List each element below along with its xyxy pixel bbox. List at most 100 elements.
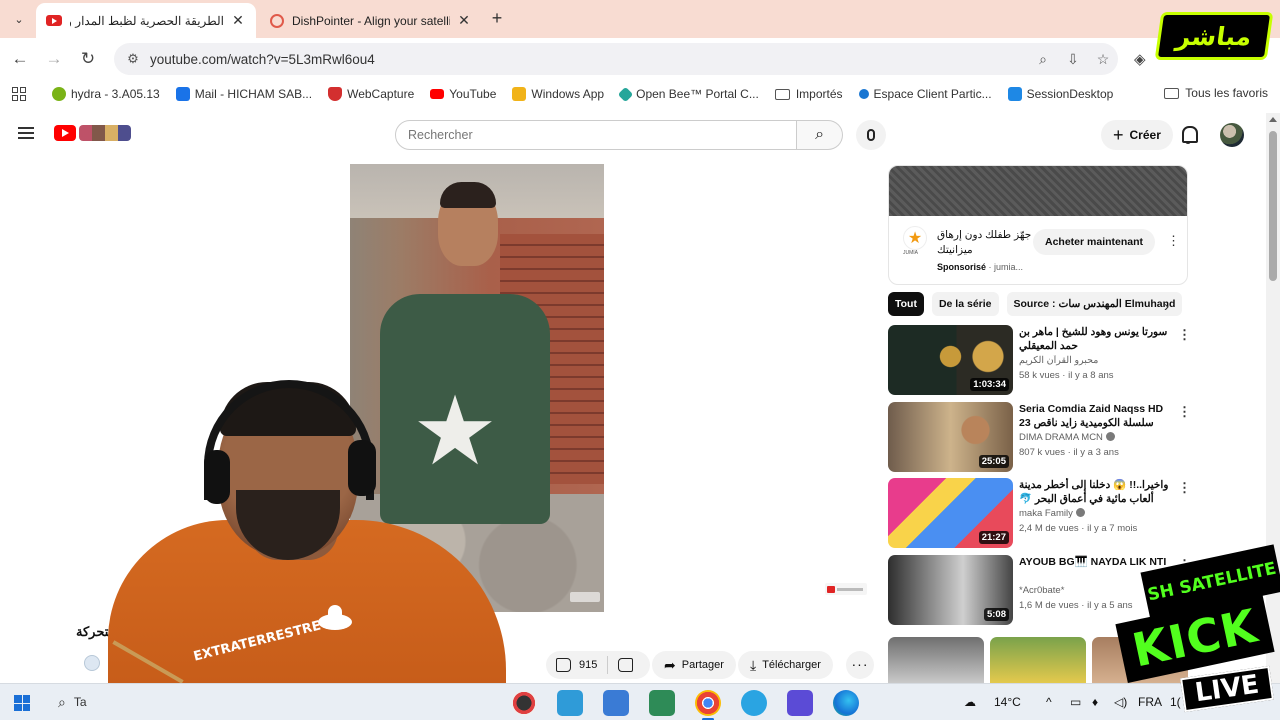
verified-icon [1105,432,1115,441]
chip-source[interactable]: Source : المهندس سات Elmuhand [1006,292,1183,316]
youtube-logo[interactable] [54,125,131,141]
recommendation-channel[interactable]: maka Family [1019,508,1169,519]
sponsored-ad-card[interactable]: ★ JUMIA جهّز طفلك دون إرهاق ميزانيتك Spo… [888,165,1188,285]
openbee-icon [617,86,634,102]
recommendation-title[interactable]: Seria Comdia Zaid Naqss HD 23 سلسلة الكو… [1019,402,1169,430]
bookmark-importes[interactable]: Importés [774,87,843,101]
extensions-icon[interactable]: ◈ [1134,50,1146,68]
more-vert-icon[interactable]: ⋮ [1167,233,1180,249]
chevron-right-icon[interactable]: › [1164,298,1169,315]
remote-desktop-icon[interactable] [649,690,675,716]
tab-dishpointer[interactable]: DishPointer - Align your satellit ✕ [260,3,482,38]
microphone-icon[interactable]: ♦ [1092,695,1098,709]
recommendation-channel[interactable]: محبرو القرآن الكريم [1019,355,1169,366]
dislike-button[interactable] [608,651,643,679]
bookmark-openbee[interactable]: Open Bee™ Portal C... [617,86,759,102]
chip-series[interactable]: De la série [931,292,999,316]
menu-icon[interactable] [18,127,34,139]
forward-button[interactable]: → [43,48,65,70]
bookmarks-bar: hydra - 3.A05.13 Mail - HICHAM SAB... We… [0,80,1280,108]
channel-avatar[interactable] [84,655,100,671]
more-vert-icon[interactable]: ⋮ [1178,404,1191,420]
tab-search-button[interactable]: ⌄ [8,8,30,30]
tab-close-icon[interactable]: ✕ [456,12,472,29]
temperature[interactable]: 14°C [994,695,1021,709]
scroll-up-arrow-icon[interactable] [1269,117,1277,122]
recommendation-item[interactable]: 25:05 Seria Comdia Zaid Naqss HD 23 سلسل… [888,402,1191,474]
scrollbar-thumb[interactable] [1269,131,1277,281]
taskbar-search[interactable]: ⌕ Ta [48,689,208,715]
video-thumbnail[interactable]: 1:03:34 [888,325,1013,395]
weather-icon[interactable]: ☁ [964,695,976,709]
file-explorer-icon[interactable] [557,690,583,716]
bookmark-label: Mail - HICHAM SAB... [194,87,313,101]
telegram-icon[interactable] [741,690,767,716]
calculator-icon[interactable] [603,690,629,716]
youtube-doodle [79,125,131,141]
channel-name: maka Family [1019,508,1073,519]
buy-now-button[interactable]: Acheter maintenant [1033,229,1156,255]
all-bookmarks[interactable]: Tous les favoris [1164,86,1268,100]
share-button[interactable]: ➦ Partager [652,651,736,679]
recommendation-stats: 807 k vues · il y a 3 ans [1019,447,1119,458]
bookmark-star-icon[interactable]: ☆ [1088,51,1118,68]
subscribe-badge-icon[interactable] [825,583,867,595]
search-button[interactable]: ⌕ [797,120,843,150]
back-button[interactable]: ← [9,48,31,70]
recommendation-item[interactable]: 1:03:34 سورتا يونس وهود للشيخ | ماهر بن … [888,325,1191,397]
reload-button[interactable]: ↻ [77,48,99,70]
recommendation-channel[interactable]: DIMA DRAMA MCN [1019,432,1169,443]
video-thumbnail[interactable]: 5:08 [888,555,1013,625]
zoom-icon[interactable]: ⌕ [1028,51,1058,68]
channel-name: DIMA DRAMA MCN [1019,432,1103,443]
recommendation-item[interactable]: 21:27 واخيرا..!! 😱 دخلنا إلى أخطر مدينة … [888,478,1191,550]
satellite-app-icon[interactable] [787,690,813,716]
chevron-up-icon[interactable]: ^ [1046,695,1052,709]
bookmark-youtube[interactable]: YouTube [430,87,496,101]
voice-search-button[interactable] [856,120,886,150]
recommendation-title[interactable]: واخيرا..!! 😱 دخلنا إلى أخطر مدينة ألعاب … [1019,478,1169,506]
duration-badge: 25:05 [978,455,1009,468]
bookmark-windows-app[interactable]: Windows App [512,87,604,101]
bookmark-espace-client[interactable]: Espace Client Partic... [858,87,992,101]
tab-close-icon[interactable]: ✕ [230,12,246,29]
short-thumbnail[interactable] [888,637,984,683]
bookmark-sessiondesktop[interactable]: SessionDesktop [1007,87,1113,101]
screen-recorder-icon[interactable] [511,690,537,716]
new-tab-button[interactable]: + [486,8,508,30]
notifications-bell-icon[interactable] [1180,125,1198,144]
network-icon[interactable]: ▭ [1070,695,1081,709]
create-button[interactable]: + Créer [1101,120,1173,150]
more-vert-icon[interactable]: ⋮ [1178,480,1191,496]
download-button[interactable]: ⤓ Télécharger [738,651,833,679]
video-thumbnail[interactable]: 25:05 [888,402,1013,472]
view-count: 807 k vues [1019,447,1065,458]
bookmark-webcapture[interactable]: WebCapture [328,87,414,101]
address-bar[interactable]: ⚙ youtube.com/watch?v=5L3mRwl6ou4 ⌕ ⇩ ☆ [114,43,1118,75]
more-actions-button[interactable]: ··· [846,651,874,679]
video-thumbnail[interactable]: 21:27 [888,478,1013,548]
edge-icon[interactable] [833,690,859,716]
bookmark-hydra[interactable]: hydra - 3.A05.13 [52,87,160,101]
avatar[interactable] [1220,123,1244,147]
tab-youtube[interactable]: الطريقة الحصرية لظبط المدار وظ ✕ [36,3,256,38]
youtube-header: Rechercher ⌕ + Créer [0,113,1266,157]
chip-all[interactable]: Tout [888,292,924,316]
windows-start-icon[interactable] [14,695,30,711]
more-vert-icon[interactable]: ⋮ [1178,327,1191,343]
apps-grid-icon[interactable] [12,87,26,101]
site-info-icon[interactable]: ⚙ [118,51,148,67]
verified-icon [1075,508,1085,517]
install-app-icon[interactable]: ⇩ [1058,51,1088,68]
bookmark-label: WebCapture [347,87,415,101]
search-input[interactable]: Rechercher [395,120,798,150]
short-thumbnail[interactable] [990,637,1086,683]
sessiondesktop-icon [1007,87,1022,101]
like-dislike-group: 915 [546,651,650,679]
chrome-icon[interactable] [695,690,721,720]
like-button[interactable]: 915 [546,651,607,679]
taskbar-search-label: Ta [73,695,87,709]
bookmark-mail[interactable]: Mail - HICHAM SAB... [175,87,313,101]
recommendation-title[interactable]: سورتا يونس وهود للشيخ | ماهر بن حمد المع… [1019,325,1169,353]
duration-badge: 5:08 [983,608,1009,621]
